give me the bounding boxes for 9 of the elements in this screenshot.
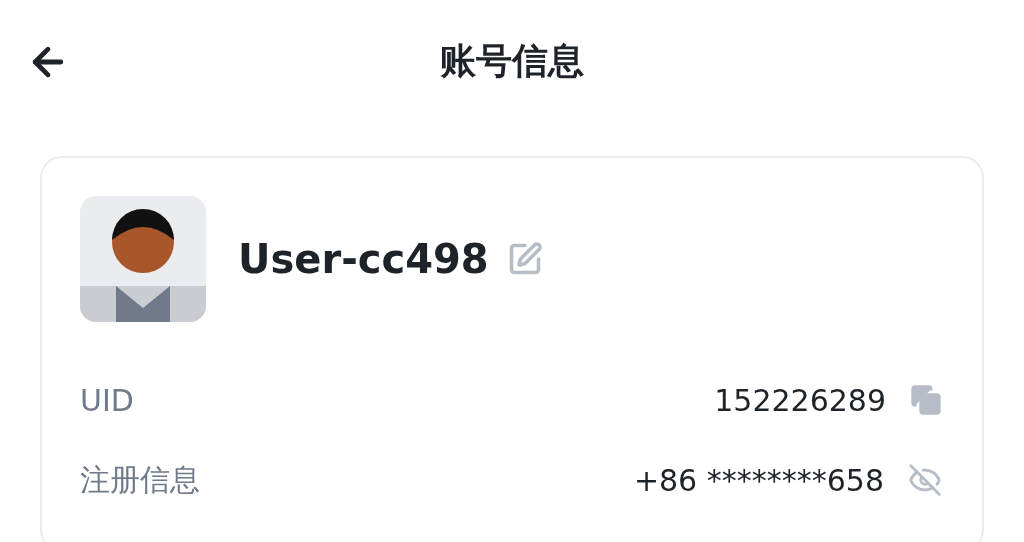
row-label: 注册信息 xyxy=(80,460,200,499)
row-label: UID xyxy=(80,382,134,418)
copy-icon[interactable] xyxy=(910,384,942,416)
row-value: +86 ********658 xyxy=(633,462,884,498)
row-value: 152226289 xyxy=(714,382,886,418)
username: User-cc498 xyxy=(238,236,489,282)
page-title: 账号信息 xyxy=(440,38,584,83)
avatar-icon xyxy=(80,196,206,322)
eye-off-icon[interactable] xyxy=(908,463,942,497)
